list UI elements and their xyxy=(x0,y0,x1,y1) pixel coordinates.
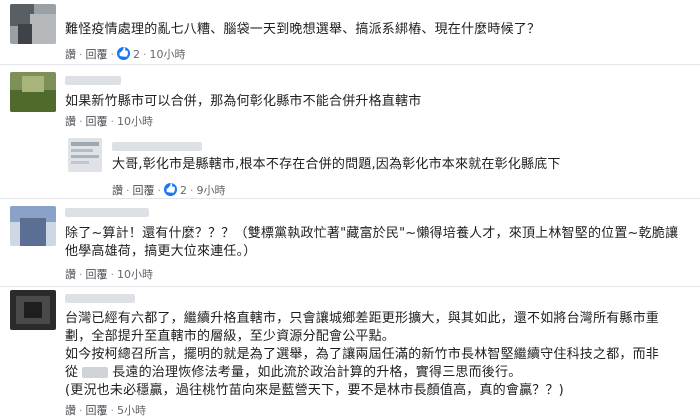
like-count[interactable]: 2 xyxy=(180,184,187,198)
like-reaction-icon xyxy=(117,47,130,60)
like-button[interactable]: 讚 xyxy=(112,184,123,198)
comment-meta: 讚·回覆·2·9小時 xyxy=(112,181,226,198)
timestamp[interactable]: 10小時 xyxy=(117,115,153,129)
comment-text: 難怪疫情處理的亂七八糟、腦袋一天到晚想選舉、搞派系綁樁、現在什麼時候了？ xyxy=(65,22,541,37)
comment-1: 難怪疫情處理的亂七八糟、腦袋一天到晚想選舉、搞派系綁樁、現在什麼時候了？ 讚 · 回… xyxy=(0,0,700,62)
comment-text: 如果新竹縣市可以合併，那為何彰化縣市不能合併升格直轄市 xyxy=(65,94,422,109)
like-count[interactable]: 2 xyxy=(133,48,140,62)
comment-meta: 讚 · 回覆 · 5小時 xyxy=(65,404,146,417)
reply-button[interactable]: 回覆 xyxy=(86,268,108,282)
divider xyxy=(0,64,700,65)
comment-text-line: 他學高雄荷，搞更大位來連任。） xyxy=(65,244,257,259)
comment-text-line: 從 長遠的治理恢修法考量，如此流於政治計算的升格，實得三思而後行。 xyxy=(65,364,521,381)
comment-text-line: (更況也未必穩贏，過往桃竹苗向來是藍營天下，要不是林市長顏值高，真的會贏？？) xyxy=(65,383,564,398)
reply-button[interactable]: 回覆 xyxy=(86,115,108,129)
commenter-name-redacted xyxy=(112,142,202,151)
commenter-name-redacted xyxy=(65,76,121,85)
comment-text-line: 劃，全部提升至直轄市的層級，至少資源分配會公平點。 xyxy=(65,329,396,344)
redacted-text xyxy=(82,367,109,378)
timestamp[interactable]: 9小時 xyxy=(197,184,226,198)
comment-text-line: 除了~算計！還有什麼？？？（雙標黨執政忙著"藏富於民"~懶得培養人才，來頂上林智… xyxy=(65,226,679,241)
like-reaction-icon xyxy=(164,183,177,196)
comment-text-fragment: 從 xyxy=(65,365,79,380)
comment-meta: 讚 · 回覆 · 10小時 xyxy=(65,115,153,129)
comment-text-line: 如今按柯總召所言，擺明的就是為了選舉，為了讓兩屆任滿的新竹市長林智堅繼續守住科技… xyxy=(65,347,660,362)
divider xyxy=(0,286,700,287)
avatar[interactable] xyxy=(10,4,56,44)
timestamp[interactable]: 10小時 xyxy=(117,268,153,282)
comment-text-line: 台灣已經有六都了，繼續升格直轄市，只會讓城鄉差距更形擴大，與其如此，還不如將台灣… xyxy=(65,311,660,326)
comment-text: 大哥,彰化市是縣轄市,根本不存在合併的問題,因為彰化市本來就在彰化縣底下 xyxy=(112,157,561,172)
commenter-name-redacted xyxy=(65,294,135,303)
like-button[interactable]: 讚 xyxy=(65,404,76,417)
reply-button[interactable]: 回覆 xyxy=(86,48,108,62)
reply-button[interactable]: 回覆 xyxy=(86,404,108,417)
commenter-name-redacted xyxy=(65,208,149,217)
divider xyxy=(0,198,700,199)
comment-meta: 讚 · 回覆 · 10小時 xyxy=(65,268,153,282)
comment-meta: 讚·回覆·2·10小時 xyxy=(65,45,186,62)
like-button[interactable]: 讚 xyxy=(65,268,76,282)
timestamp[interactable]: 10小時 xyxy=(150,48,186,62)
avatar[interactable] xyxy=(10,290,56,330)
comment-text-fragment: 長遠的治理恢修法考量，如此流於政治計算的升格，實得三思而後行。 xyxy=(112,365,522,380)
avatar[interactable] xyxy=(68,138,102,172)
like-button[interactable]: 讚 xyxy=(65,115,76,129)
reply-button[interactable]: 回覆 xyxy=(133,184,155,198)
avatar[interactable] xyxy=(10,206,56,246)
avatar[interactable] xyxy=(10,72,56,112)
like-button[interactable]: 讚 xyxy=(65,48,76,62)
timestamp[interactable]: 5小時 xyxy=(117,404,146,417)
